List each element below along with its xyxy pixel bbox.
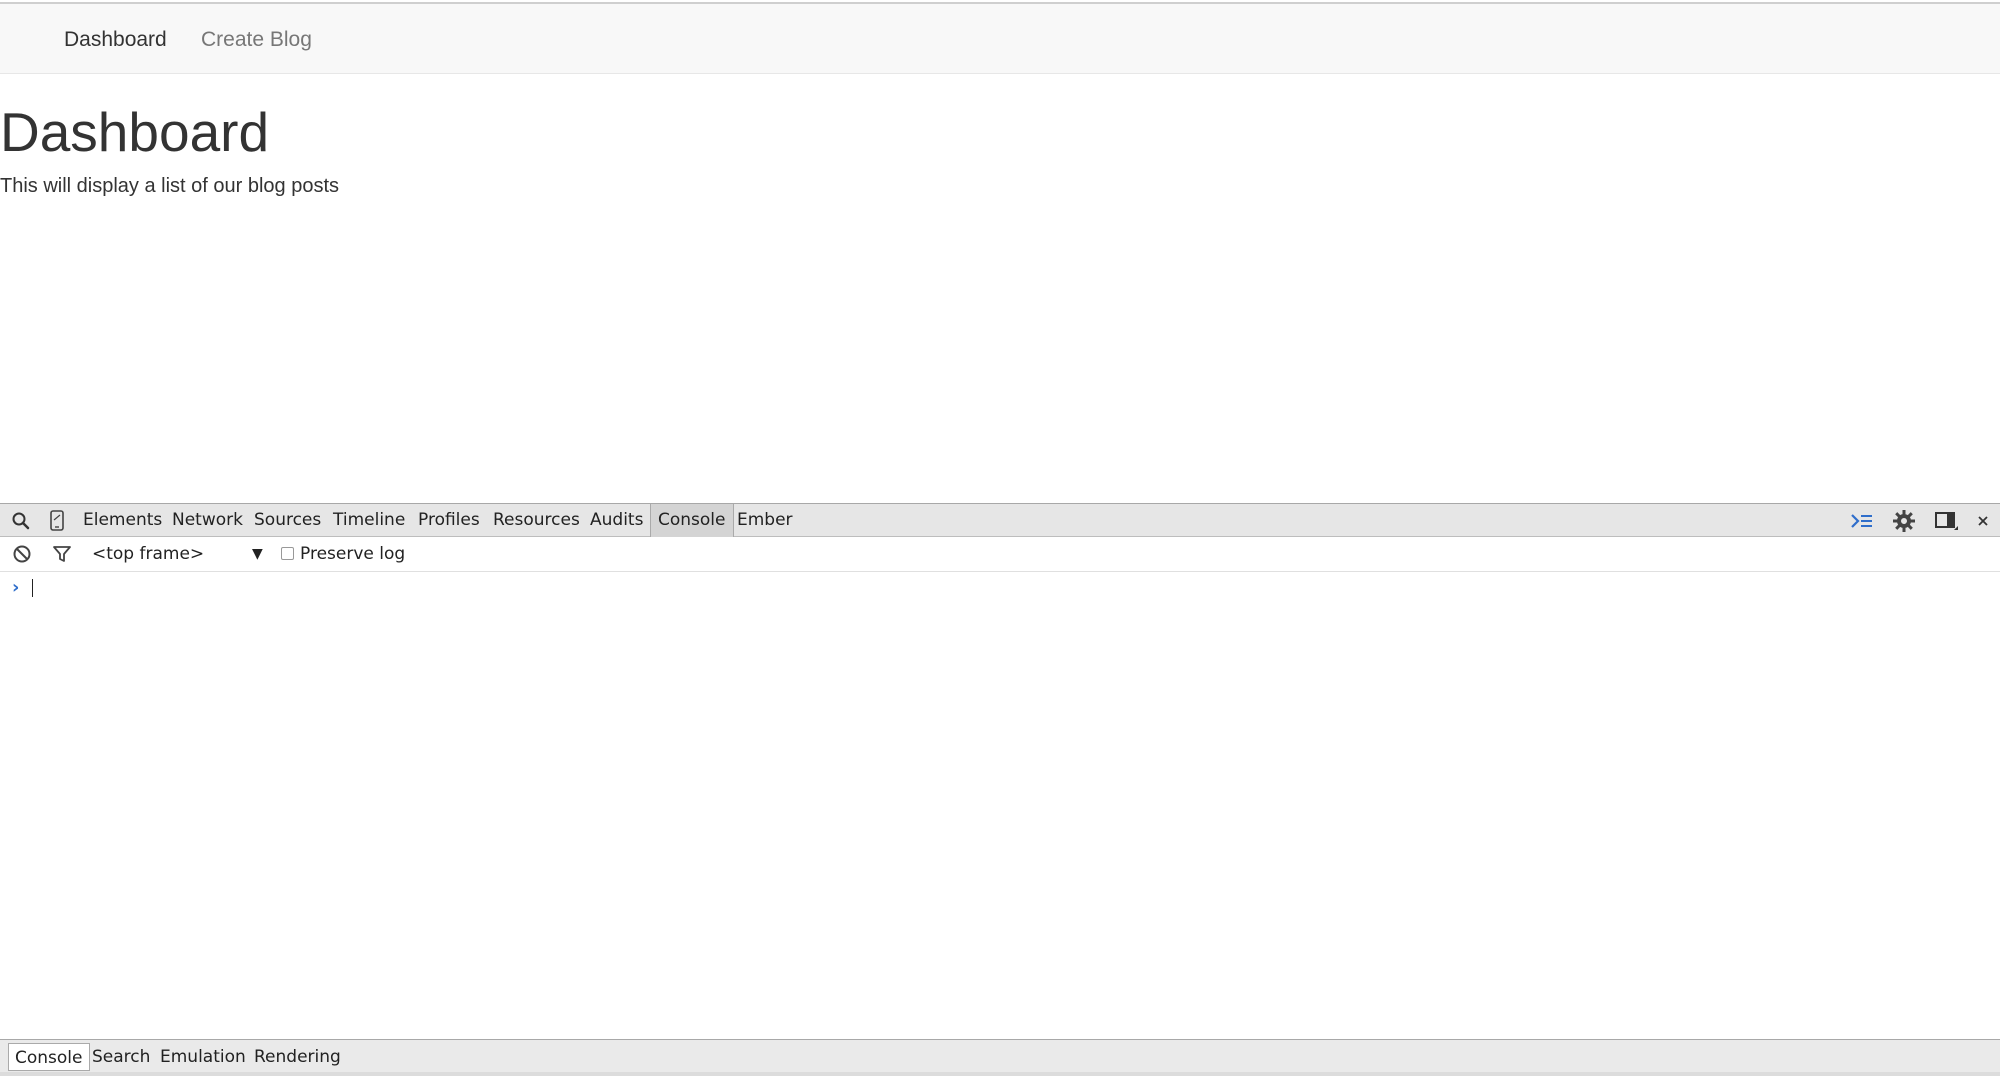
device-mode-icon[interactable] xyxy=(46,504,68,537)
gear-icon[interactable] xyxy=(1890,504,1918,537)
tab-profiles[interactable]: Profiles xyxy=(411,504,487,537)
drawer-tab-rendering[interactable]: Rendering xyxy=(248,1043,347,1071)
chevron-down-icon[interactable]: ▼ xyxy=(252,537,263,571)
preserve-log-label: Preserve log xyxy=(300,544,406,564)
filter-icon[interactable] xyxy=(50,537,74,571)
nav-link-create-blog[interactable]: Create Blog xyxy=(201,4,312,76)
tab-sources[interactable]: Sources xyxy=(247,504,328,537)
tab-timeline[interactable]: Timeline xyxy=(326,504,412,537)
tab-ember[interactable]: Ember xyxy=(730,504,800,537)
navbar: Dashboard Create Blog xyxy=(0,2,2000,74)
prompt-caret-icon: › xyxy=(12,577,20,598)
devtools-drawer: Console Search Emulation Rendering xyxy=(0,1039,2000,1076)
page-description: This will display a list of our blog pos… xyxy=(0,175,340,197)
tab-resources[interactable]: Resources xyxy=(486,504,587,537)
drawer-tab-search[interactable]: Search xyxy=(86,1043,156,1071)
drawer-tab-console[interactable]: Console xyxy=(8,1043,90,1071)
dock-side-icon[interactable] xyxy=(1932,504,1962,537)
page-title: Dashboard xyxy=(0,101,270,163)
nav-link-dashboard[interactable]: Dashboard xyxy=(64,4,167,76)
devtools-toolbar: Elements Network Sources Timeline Profil… xyxy=(0,503,2000,537)
console-prompt: › xyxy=(0,575,2000,601)
close-icon[interactable] xyxy=(1972,504,1994,537)
drawer-tab-emulation[interactable]: Emulation xyxy=(154,1043,252,1071)
frame-selector[interactable]: <top frame> xyxy=(92,537,204,571)
search-icon[interactable] xyxy=(8,504,34,537)
bottom-divider xyxy=(0,1072,2000,1076)
tab-audits[interactable]: Audits xyxy=(583,504,650,537)
preserve-log-checkbox[interactable] xyxy=(281,547,294,560)
tab-console[interactable]: Console xyxy=(650,504,734,537)
console-input[interactable] xyxy=(30,579,430,597)
console-drawer-icon[interactable] xyxy=(1848,504,1876,537)
clear-console-icon[interactable] xyxy=(10,537,34,571)
tab-elements[interactable]: Elements xyxy=(76,504,169,537)
tab-network[interactable]: Network xyxy=(165,504,250,537)
devtools-panel: Elements Network Sources Timeline Profil… xyxy=(0,503,2000,1076)
console-toolbar: <top frame> ▼ Preserve log xyxy=(0,537,2000,572)
text-cursor xyxy=(32,579,33,597)
